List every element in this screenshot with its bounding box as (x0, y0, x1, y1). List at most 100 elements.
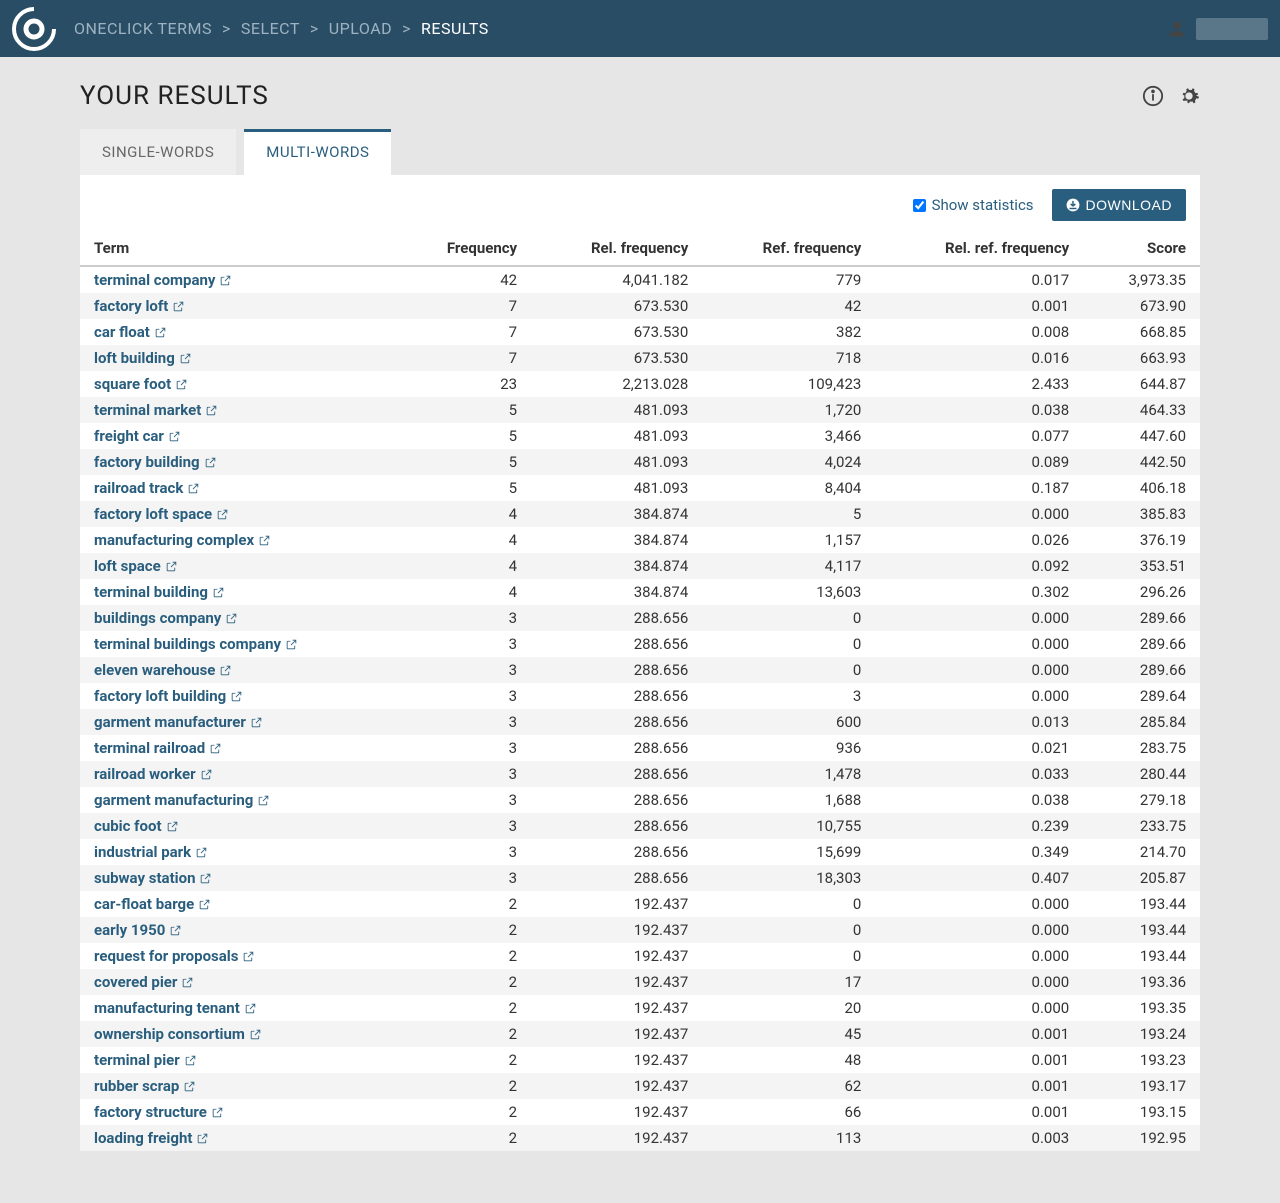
term-link[interactable]: terminal building (94, 583, 225, 601)
tab-single-words[interactable]: SINGLE-WORDS (80, 129, 236, 175)
download-button[interactable]: DOWNLOAD (1052, 189, 1186, 221)
cell-ref_freq: 48 (702, 1047, 875, 1073)
term-link[interactable]: early 1950 (94, 921, 182, 939)
cell-score: 289.66 (1083, 631, 1200, 657)
term-link[interactable]: terminal buildings company (94, 635, 298, 653)
tab-multi-words[interactable]: MULTI-WORDS (244, 129, 391, 175)
cell-rel_ref_freq: 0.033 (875, 761, 1083, 787)
external-link-icon (179, 352, 192, 365)
cell-rel_ref_freq: 0.349 (875, 839, 1083, 865)
term-link[interactable]: garment manufacturing (94, 791, 270, 809)
cell-ref_freq: 0 (702, 891, 875, 917)
cell-rel_freq: 288.656 (531, 657, 702, 683)
show-statistics-toggle[interactable]: Show statistics (913, 196, 1034, 214)
external-link-icon (211, 1106, 224, 1119)
term-link[interactable]: garment manufacturer (94, 713, 263, 731)
term-link[interactable]: loading freight (94, 1129, 209, 1147)
external-link-icon (205, 404, 218, 417)
cell-score: 289.64 (1083, 683, 1200, 709)
breadcrumb-step[interactable]: ONECLICK TERMS (74, 19, 212, 38)
term-link[interactable]: buildings company (94, 609, 238, 627)
term-link[interactable]: factory structure (94, 1103, 224, 1121)
column-header[interactable]: Ref. frequency (702, 231, 875, 266)
cell-freq: 3 (397, 865, 531, 891)
term-link[interactable]: eleven warehouse (94, 661, 232, 679)
term-link[interactable]: subway station (94, 869, 212, 887)
cell-score: 376.19 (1083, 527, 1200, 553)
breadcrumb-step[interactable]: UPLOAD (329, 19, 392, 38)
external-link-icon (175, 378, 188, 391)
cell-rel_ref_freq: 0.008 (875, 319, 1083, 345)
breadcrumb-step[interactable]: SELECT (241, 19, 300, 38)
term-link[interactable]: car float (94, 323, 167, 341)
cell-freq: 3 (397, 631, 531, 657)
app-header: ONECLICK TERMS>SELECT>UPLOAD>RESULTS (0, 0, 1280, 57)
cell-freq: 3 (397, 709, 531, 735)
column-header[interactable]: Frequency (397, 231, 531, 266)
logo[interactable] (12, 7, 56, 51)
table-row: factory loft space 4384.87450.000385.83 (80, 501, 1200, 527)
gear-icon[interactable] (1178, 85, 1200, 107)
external-link-icon (204, 456, 217, 469)
term-link[interactable]: factory loft building (94, 687, 243, 705)
term-link[interactable]: covered pier (94, 973, 194, 991)
show-statistics-checkbox[interactable] (913, 199, 926, 212)
term-link[interactable]: manufacturing complex (94, 531, 271, 549)
table-row: early 1950 2192.43700.000193.44 (80, 917, 1200, 943)
info-icon[interactable] (1142, 85, 1164, 107)
cell-rel_freq: 288.656 (531, 631, 702, 657)
cell-rel_freq: 192.437 (531, 1047, 702, 1073)
user-icon[interactable] (1166, 18, 1188, 40)
term-link[interactable]: ownership consortium (94, 1025, 262, 1043)
cell-score: 442.50 (1083, 449, 1200, 475)
cell-rel_freq: 288.656 (531, 735, 702, 761)
term-link[interactable]: cubic foot (94, 817, 179, 835)
term-link[interactable]: railroad track (94, 479, 200, 497)
user-menu[interactable] (1196, 18, 1268, 40)
cell-freq: 3 (397, 657, 531, 683)
term-link[interactable]: loft building (94, 349, 192, 367)
cell-rel_ref_freq: 0.000 (875, 683, 1083, 709)
cell-rel_ref_freq: 0.013 (875, 709, 1083, 735)
term-link[interactable]: manufacturing tenant (94, 999, 257, 1017)
cell-score: 193.15 (1083, 1099, 1200, 1125)
cell-freq: 3 (397, 813, 531, 839)
cell-rel_ref_freq: 0.000 (875, 605, 1083, 631)
column-header[interactable]: Rel. frequency (531, 231, 702, 266)
term-link[interactable]: terminal market (94, 401, 218, 419)
term-link[interactable]: factory loft (94, 297, 185, 315)
cell-rel_freq: 192.437 (531, 995, 702, 1021)
term-link[interactable]: terminal railroad (94, 739, 222, 757)
term-link[interactable]: terminal pier (94, 1051, 197, 1069)
cell-ref_freq: 10,755 (702, 813, 875, 839)
term-link[interactable]: factory loft space (94, 505, 229, 523)
breadcrumb-step[interactable]: RESULTS (421, 19, 489, 38)
cell-freq: 5 (397, 423, 531, 449)
cell-score: 233.75 (1083, 813, 1200, 839)
cell-ref_freq: 0 (702, 605, 875, 631)
external-link-icon (200, 768, 213, 781)
cell-rel_ref_freq: 0.000 (875, 891, 1083, 917)
term-link[interactable]: square foot (94, 375, 188, 393)
external-link-icon (187, 482, 200, 495)
term-link[interactable]: car-float barge (94, 895, 211, 913)
external-link-icon (285, 638, 298, 651)
breadcrumb: ONECLICK TERMS>SELECT>UPLOAD>RESULTS (74, 19, 489, 38)
cell-rel_ref_freq: 0.000 (875, 657, 1083, 683)
term-link[interactable]: rubber scrap (94, 1077, 196, 1095)
term-link[interactable]: railroad worker (94, 765, 213, 783)
cell-ref_freq: 1,478 (702, 761, 875, 787)
cell-rel_freq: 288.656 (531, 813, 702, 839)
term-link[interactable]: terminal company (94, 271, 232, 289)
term-link[interactable]: loft space (94, 557, 178, 575)
column-header[interactable]: Score (1083, 231, 1200, 266)
cell-rel_freq: 4,041.182 (531, 266, 702, 293)
results-panel: Show statistics DOWNLOAD TermFrequencyRe… (80, 175, 1200, 1151)
term-link[interactable]: request for proposals (94, 947, 255, 965)
term-link[interactable]: factory building (94, 453, 217, 471)
term-link[interactable]: industrial park (94, 843, 208, 861)
column-header[interactable]: Term (80, 231, 397, 266)
term-link[interactable]: freight car (94, 427, 181, 445)
external-link-icon (242, 950, 255, 963)
column-header[interactable]: Rel. ref. frequency (875, 231, 1083, 266)
